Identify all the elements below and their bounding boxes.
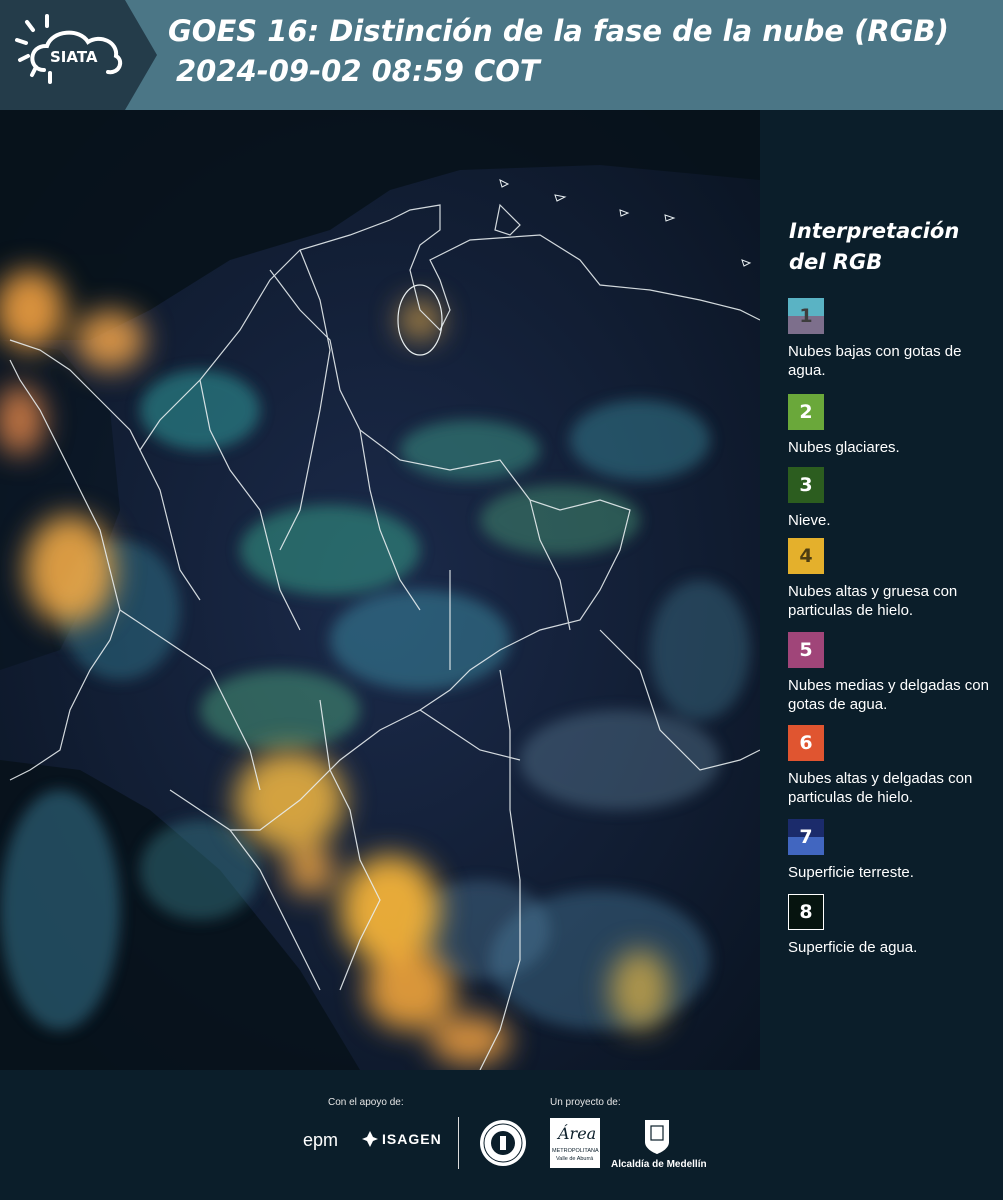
rgb-legend: Interpretación del RGB 1 Nubes bajas con… — [760, 110, 1003, 1070]
legend-title: Interpretación del RGB — [789, 216, 989, 278]
legend-item-5: 5 Nubes medias y delgadas con gotas de a… — [788, 632, 998, 714]
legend-label-8: Superficie de agua. — [788, 939, 918, 956]
support-caption: Con el apoyo de: — [328, 1097, 404, 1108]
alcaldia-logo-text: Alcaldía de Medellín — [611, 1159, 707, 1170]
legend-label-5: Nubes medias y delgadas con gotas de agu… — [788, 677, 989, 713]
legend-label-6: Nubes altas y delgadas con particulas de… — [788, 770, 973, 806]
project-caption: Un proyecto de: — [550, 1097, 621, 1108]
satellite-map — [0, 110, 760, 1070]
legend-item-3: 3 Nieve. — [788, 467, 998, 530]
legend-item-4: 4 Nubes altas y gruesa con particulas de… — [788, 538, 998, 620]
legend-label-7: Superficie terreste. — [788, 864, 914, 881]
legend-item-2: 2 Nubes glaciares. — [788, 394, 998, 457]
siata-logo-text: SIATA — [50, 48, 98, 66]
legend-swatch-6: 6 — [788, 725, 824, 761]
legend-label-4: Nubes altas y gruesa con particulas de h… — [788, 583, 958, 619]
legend-swatch-1: 1 — [788, 298, 824, 334]
page-title: GOES 16: Distinción de la fase de la nub… — [168, 14, 949, 48]
header-bar: SIATA GOES 16: Distinción de la fase de … — [0, 0, 1003, 110]
isagen-logo: ISAGEN — [361, 1130, 442, 1148]
legend-swatch-3: 3 — [788, 467, 824, 503]
isagen-icon — [362, 1131, 378, 1147]
legend-title-line2: del RGB — [789, 250, 883, 274]
footer-divider — [458, 1117, 459, 1169]
legend-swatch-2: 2 — [788, 394, 824, 430]
area-metropolitana-logo: Área METROPOLITANA Valle de Aburrá — [550, 1118, 600, 1168]
legend-swatch-4: 4 — [788, 538, 824, 574]
epm-logo: epm — [303, 1130, 339, 1150]
legend-label-1: Nubes bajas con gotas de agua. — [788, 343, 962, 379]
footer: Con el apoyo de: Un proyecto de: epm ISA… — [0, 1070, 1003, 1200]
area-logo-main: Área — [558, 1124, 597, 1143]
legend-swatch-7: 7 — [788, 819, 824, 855]
isagen-logo-text: ISAGEN — [382, 1131, 442, 1147]
siata-logo: SIATA — [0, 0, 160, 110]
legend-label-3: Nieve. — [788, 512, 831, 529]
legend-title-line1: Interpretación — [789, 219, 960, 243]
legend-swatch-8: 8 — [788, 894, 824, 930]
alcaldia-shield-icon — [645, 1120, 669, 1154]
page-timestamp: 2024-09-02 08:59 COT — [176, 54, 540, 88]
legend-swatch-5: 5 — [788, 632, 824, 668]
legend-label-2: Nubes glaciares. — [788, 439, 900, 456]
legend-item-1: 1 Nubes bajas con gotas de agua. — [788, 298, 998, 380]
legend-item-6: 6 Nubes altas y delgadas con particulas … — [788, 725, 998, 807]
area-logo-sub2: Valle de Aburrá — [556, 1156, 594, 1162]
antioquia-seal-icon — [480, 1120, 526, 1166]
legend-item-8: 8 Superficie de agua. — [788, 894, 998, 957]
area-logo-sub1: METROPOLITANA — [552, 1148, 599, 1154]
legend-item-7: 7 Superficie terreste. — [788, 819, 998, 882]
